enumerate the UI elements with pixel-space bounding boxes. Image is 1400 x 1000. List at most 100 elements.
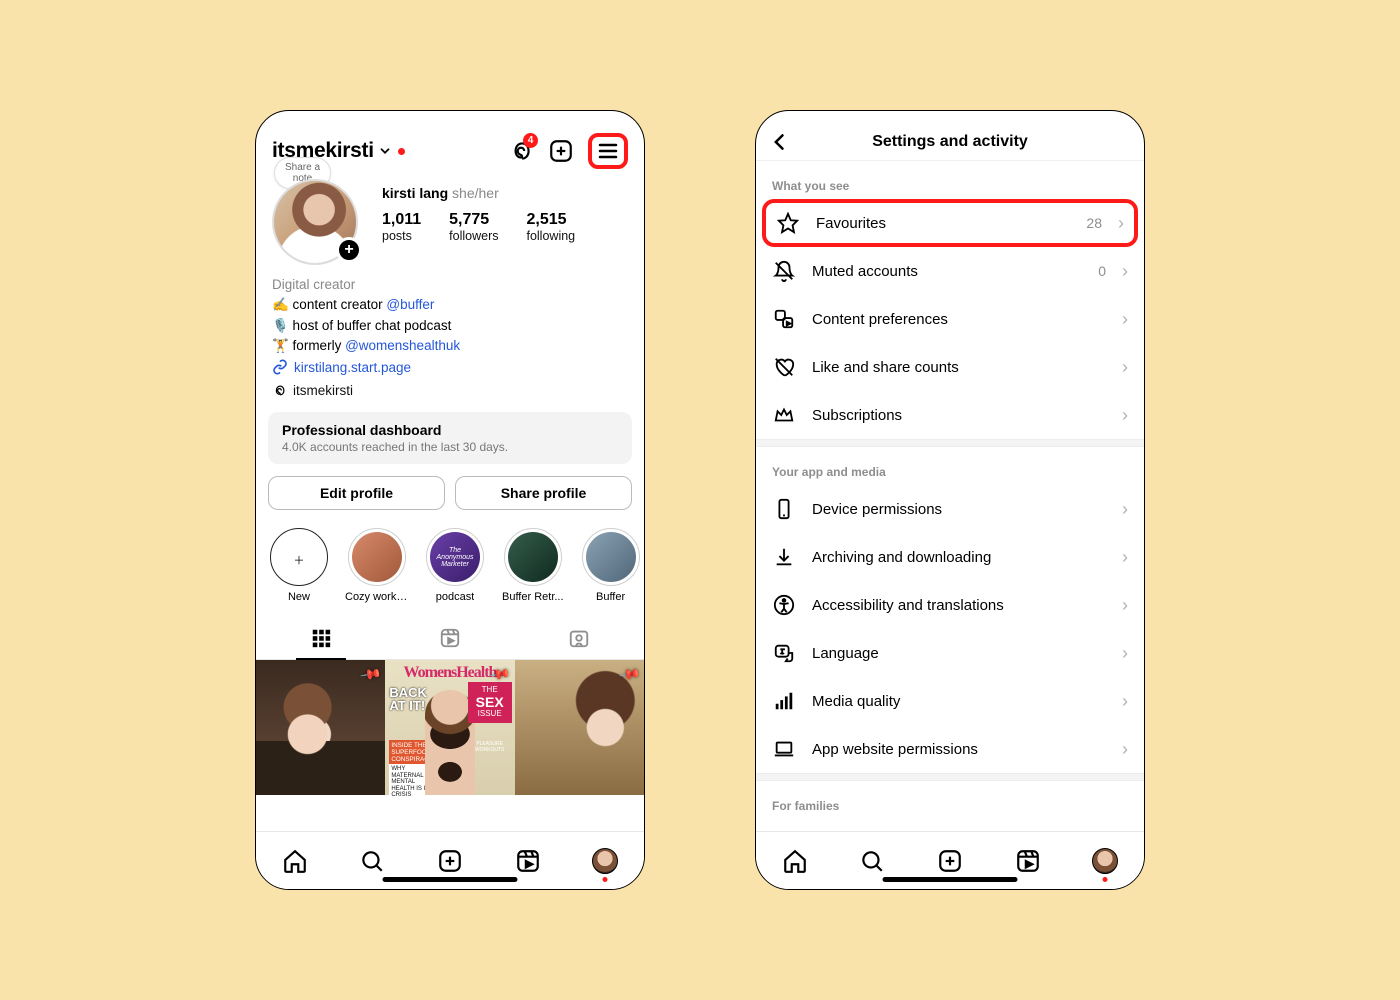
profile-bio: Digital creator ✍️ content creator @buff… (256, 265, 644, 356)
highlight-label: Cozy working (345, 591, 409, 603)
chevron-right-icon: › (1122, 643, 1128, 664)
laptop-icon (772, 737, 796, 761)
highlight-label: New (288, 591, 310, 603)
section-for-families: For families (756, 781, 1144, 819)
highlight-item[interactable]: Cozy working (346, 528, 408, 603)
content-prefs-icon (772, 307, 796, 331)
chevron-right-icon: › (1122, 595, 1128, 616)
highlight-label: Buffer (596, 591, 625, 603)
highlight-item[interactable]: The Anonymous Marketerpodcast (426, 528, 484, 603)
threads-small-icon (272, 383, 287, 398)
professional-dashboard-card[interactable]: Professional dashboard 4.0K accounts rea… (268, 412, 632, 464)
share-profile-button[interactable]: Share profile (455, 476, 632, 510)
section-app-media: Your app and media (756, 447, 1144, 485)
mention-womenshealthuk[interactable]: @womenshealthuk (345, 338, 460, 353)
edit-profile-button[interactable]: Edit profile (268, 476, 445, 510)
tagged-icon (568, 627, 590, 649)
tab-search-icon[interactable] (859, 848, 885, 874)
tab-create-icon[interactable] (937, 848, 963, 874)
threads-icon[interactable]: 4 (508, 138, 534, 164)
grid-icon (310, 627, 332, 649)
home-indicator (383, 877, 518, 882)
new-activity-dot-icon (398, 148, 405, 155)
row-accessibility[interactable]: Accessibility and translations › (756, 581, 1144, 629)
tab-create-icon[interactable] (437, 848, 463, 874)
signal-icon (772, 689, 796, 713)
language-icon (772, 641, 796, 665)
post-thumb[interactable]: 📌 (256, 660, 385, 795)
bell-off-icon (772, 259, 796, 283)
creator-category: Digital creator (272, 275, 628, 295)
phone-profile: itsmekirsti 4 Share a note + kirst (255, 110, 645, 890)
following-stat[interactable]: 2,515 following (526, 211, 575, 243)
story-highlights-row[interactable]: ＋ New Cozy working The Anonymous Marketerpo… (256, 510, 644, 603)
tab-grid[interactable] (310, 621, 332, 659)
row-archiving[interactable]: Archiving and downloading › (756, 533, 1144, 581)
settings-title: Settings and activity (756, 133, 1144, 151)
chevron-right-icon: › (1122, 547, 1128, 568)
highlight-item[interactable]: Buffer Retr... (502, 528, 564, 603)
plus-icon: ＋ (294, 552, 305, 568)
create-post-icon[interactable] (548, 138, 574, 164)
row-media-quality[interactable]: Media quality › (756, 677, 1144, 725)
highlight-new[interactable]: ＋ New (270, 528, 328, 603)
crown-icon (772, 403, 796, 427)
chevron-right-icon: › (1122, 357, 1128, 378)
row-content-preferences[interactable]: Content preferences › (756, 295, 1144, 343)
row-device-permissions[interactable]: Device permissions › (756, 485, 1144, 533)
bio-link[interactable]: kirstilang.start.page (256, 356, 644, 375)
row-subscriptions[interactable]: Subscriptions › (756, 391, 1144, 439)
threads-handle[interactable]: itsmekirsti (256, 375, 644, 398)
tab-home-icon[interactable] (282, 848, 308, 874)
pin-icon: 📌 (617, 663, 641, 687)
back-icon[interactable] (770, 132, 790, 152)
hamburger-menu-icon[interactable] (588, 133, 628, 169)
row-app-website-permissions[interactable]: App website permissions › (756, 725, 1144, 773)
tab-profile-avatar[interactable] (592, 848, 618, 874)
chevron-right-icon: › (1118, 213, 1124, 234)
tab-reels-icon[interactable] (1015, 848, 1041, 874)
chevron-down-icon[interactable] (378, 144, 392, 158)
chevron-right-icon: › (1122, 405, 1128, 426)
add-story-icon[interactable]: + (336, 237, 362, 263)
tab-tagged[interactable] (568, 621, 590, 659)
accessibility-icon (772, 593, 796, 617)
highlight-item[interactable]: Buffer (582, 528, 640, 603)
reels-icon (439, 627, 461, 649)
pronouns: she/her (452, 185, 499, 201)
tab-search-icon[interactable] (359, 848, 385, 874)
section-divider (756, 773, 1144, 781)
posts-stat[interactable]: 1,011 posts (382, 211, 421, 243)
threads-badge: 4 (523, 133, 538, 148)
star-icon (776, 211, 800, 235)
chevron-right-icon: › (1122, 691, 1128, 712)
pin-icon: 📌 (359, 663, 383, 687)
highlight-label: Buffer Retr... (502, 591, 564, 603)
profile-content-tabs (256, 621, 644, 660)
tab-reels[interactable] (439, 621, 461, 659)
mention-buffer[interactable]: @buffer (386, 297, 434, 312)
post-thumb[interactable]: WomensHealth BACKAT IT! INSIDE THE SUPER… (385, 660, 514, 795)
row-muted-accounts[interactable]: Muted accounts 0 › (756, 247, 1144, 295)
avatar[interactable]: Share a note + (272, 179, 360, 265)
link-icon (272, 359, 288, 375)
display-name-row: kirsti lang she/her (382, 185, 628, 201)
row-favourites[interactable]: Favourites 28 › (762, 199, 1138, 247)
tab-profile-avatar[interactable] (1092, 848, 1118, 874)
followers-stat[interactable]: 5,775 followers (449, 211, 498, 243)
chevron-right-icon: › (1122, 309, 1128, 330)
tab-home-icon[interactable] (782, 848, 808, 874)
post-grid: 📌 WomensHealth BACKAT IT! INSIDE THE SUP… (256, 660, 644, 831)
tab-reels-icon[interactable] (515, 848, 541, 874)
section-divider (756, 439, 1144, 447)
chevron-right-icon: › (1122, 261, 1128, 282)
display-name: kirsti lang (382, 185, 448, 201)
row-like-share-counts[interactable]: Like and share counts › (756, 343, 1144, 391)
chevron-right-icon: › (1122, 499, 1128, 520)
post-thumb[interactable]: 📌 (515, 660, 644, 795)
row-language[interactable]: Language › (756, 629, 1144, 677)
profile-info-row: Share a note + kirsti lang she/her 1,011… (256, 175, 644, 265)
highlight-label: podcast (436, 591, 475, 603)
download-icon (772, 545, 796, 569)
settings-header: Settings and activity (756, 111, 1144, 161)
